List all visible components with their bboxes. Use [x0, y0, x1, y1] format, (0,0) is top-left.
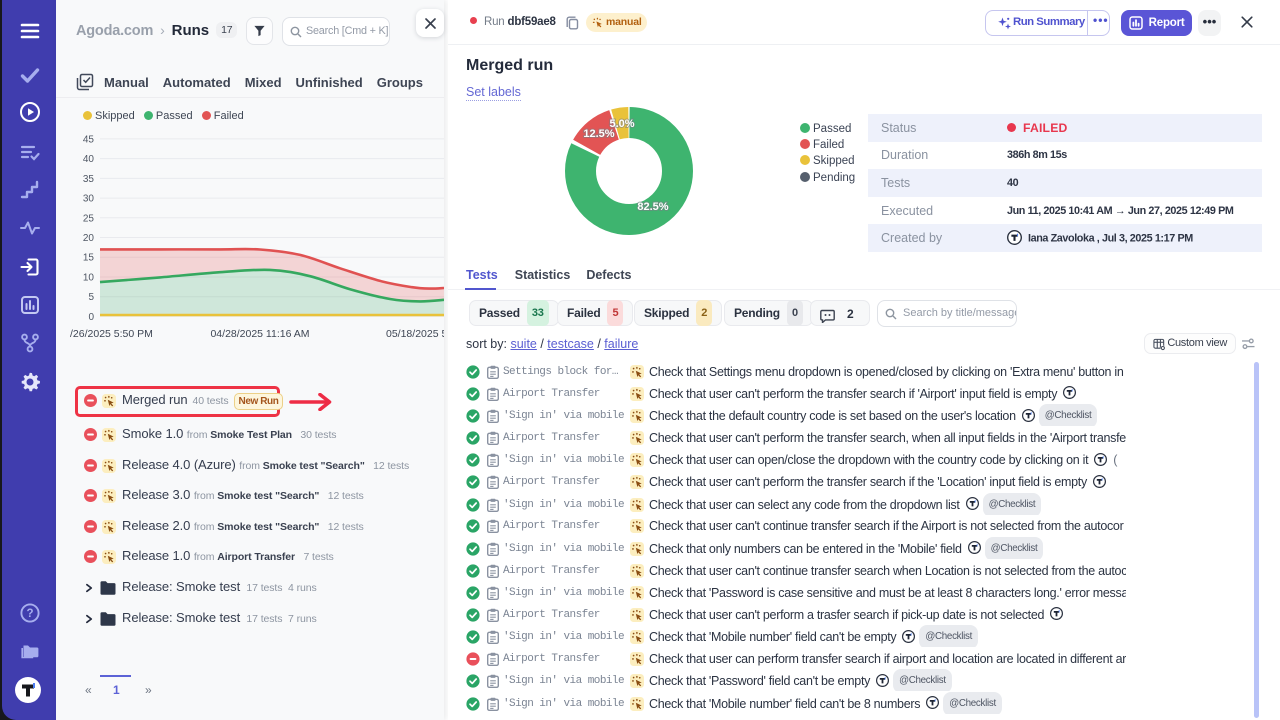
svg-text:20: 20 — [83, 233, 95, 244]
svg-text:40: 40 — [83, 154, 95, 165]
svg-text:05/18/2025 5:22: 05/18/2025 5:22 — [386, 328, 444, 340]
svg-text:82.5%: 82.5% — [637, 201, 668, 213]
svg-text:30: 30 — [83, 194, 95, 205]
svg-text:0: 0 — [88, 312, 94, 323]
svg-text:10: 10 — [83, 273, 95, 284]
svg-text:25: 25 — [83, 213, 95, 224]
svg-text:04/28/2025 11:16 AM: 04/28/2025 11:16 AM — [210, 328, 309, 340]
svg-text:/26/2025 5:50 PM: /26/2025 5:50 PM — [70, 328, 153, 340]
svg-text:?: ? — [26, 608, 33, 620]
svg-text:45: 45 — [83, 134, 95, 145]
svg-text:5: 5 — [88, 292, 94, 303]
svg-text:5.0%: 5.0% — [609, 118, 634, 130]
svg-text:35: 35 — [83, 174, 95, 185]
svg-text:15: 15 — [83, 253, 95, 264]
